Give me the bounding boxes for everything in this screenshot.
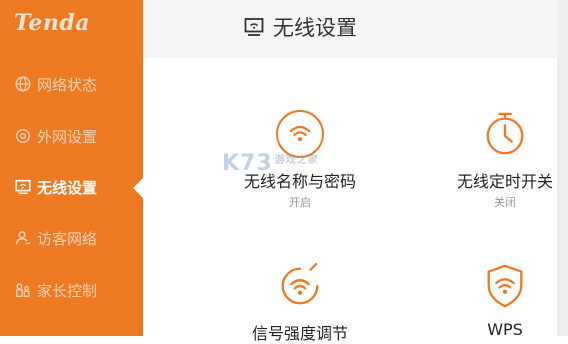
tile-label: 信号强度调节 [251,324,348,343]
watermark: K73 游戏之家 [222,151,319,176]
active-indicator [133,178,143,198]
sidebar-item-label: 家长控制 [37,281,98,300]
sidebar-item-wan-settings[interactable]: 外网设置 [0,112,143,160]
wifi-screen-icon [243,16,265,38]
sidebar-item-wireless-settings[interactable]: 无线设置 [0,163,143,211]
wan-icon [14,127,32,145]
sidebar-item-label: 无线设置 [37,178,98,197]
globe-icon [14,75,32,93]
tile-label: WPS [487,320,523,339]
sidebar-item-label: 外网设置 [37,127,98,146]
sidebar-item-parental-control[interactable]: 家长控制 [0,266,143,314]
sidebar: Tenda 网络状态 外网设置 无线设置 访客网络 家长控制 [0,0,143,336]
sidebar-item-network-status[interactable]: 网络状态 [0,60,143,108]
page-title: 无线设置 [243,12,357,42]
tile-status: 关闭 [494,196,516,209]
signal-strength-icon [276,262,324,310]
wifi-screen-icon [14,178,32,196]
sidebar-item-label: 访客网络 [37,229,98,248]
timer-icon [481,110,529,158]
brand-logo: Tenda [14,10,90,36]
tile-signal-strength[interactable]: 信号强度调节 [220,262,380,344]
tile-label: 无线定时开关 [456,172,553,191]
parental-icon [14,281,32,299]
tile-wps[interactable]: WPS [425,262,568,339]
guest-icon [14,229,32,247]
tile-status: 开启 [289,196,311,209]
sidebar-item-guest-network[interactable]: 访客网络 [0,214,143,262]
wps-shield-icon [481,262,529,310]
tile-wireless-timer[interactable]: 无线定时开关 关闭 [425,110,568,210]
sidebar-item-label: 网络状态 [37,75,98,94]
